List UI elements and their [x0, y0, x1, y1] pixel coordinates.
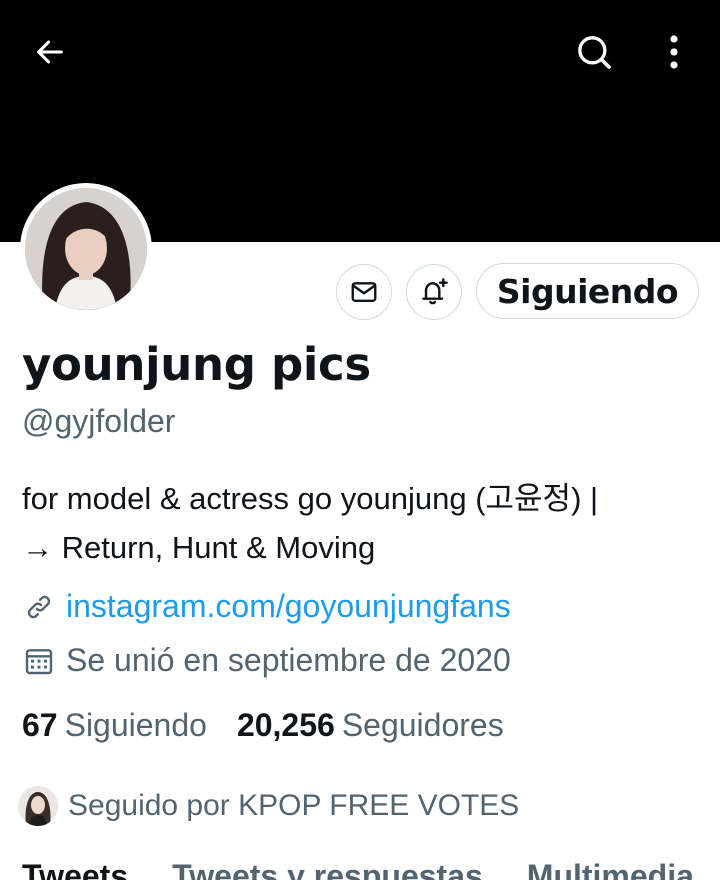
joined-row: Se unió en septiembre de 2020 — [22, 642, 511, 679]
username-handle: @gyjfolder — [22, 403, 176, 439]
back-button[interactable] — [22, 26, 78, 78]
profile-bio: for model & actress go younjung (고윤정) | … — [22, 474, 712, 572]
tab-tweets-replies[interactable]: Tweets y respuestas — [172, 858, 483, 880]
message-button[interactable] — [336, 264, 392, 320]
arrow-left-icon — [37, 40, 63, 64]
following-button[interactable]: Siguiendo — [476, 263, 699, 319]
followed-by-row[interactable]: Seguido por KPOP FREE VOTES — [18, 786, 519, 826]
follow-stats: 67 Siguiendo 20,256 Seguidores — [22, 707, 504, 744]
more-vertical-icon — [670, 35, 678, 69]
join-date: Se unió en septiembre de 2020 — [66, 642, 511, 678]
followers-count: 20,256 — [236, 707, 335, 743]
following-label: Siguiendo — [64, 707, 207, 743]
followers-stat[interactable]: 20,256 Seguidores — [237, 707, 504, 744]
display-name: younjung pics — [22, 338, 371, 391]
profile-tabs: Tweets Tweets y respuestas Multimedia — [22, 858, 720, 880]
search-button[interactable] — [566, 26, 622, 78]
notifications-button[interactable] — [406, 264, 462, 320]
search-icon — [578, 36, 611, 69]
calendar-icon — [22, 644, 56, 678]
avatar-photo — [25, 188, 147, 310]
mail-icon — [351, 282, 377, 302]
followers-label: Seguidores — [341, 707, 504, 743]
more-options-button[interactable] — [650, 26, 698, 78]
following-stat[interactable]: 67 Siguiendo — [22, 707, 207, 744]
link-icon — [22, 590, 56, 624]
follower-avatar — [18, 786, 58, 826]
following-count: 67 — [22, 707, 58, 743]
bio-line: for model & actress go younjung (고윤정) | — [22, 481, 599, 516]
tab-tweets[interactable]: Tweets — [22, 858, 128, 880]
bio-line: → Return, Hunt & Moving — [22, 530, 376, 565]
tab-media[interactable]: Multimedia — [527, 858, 694, 880]
followed-by-text: Seguido por KPOP FREE VOTES — [68, 789, 520, 822]
website-link[interactable]: instagram.com/goyounjungfans — [66, 588, 511, 625]
website-row: instagram.com/goyounjungfans — [22, 588, 511, 625]
profile-avatar[interactable] — [20, 183, 152, 315]
bell-plus-icon — [422, 278, 448, 305]
